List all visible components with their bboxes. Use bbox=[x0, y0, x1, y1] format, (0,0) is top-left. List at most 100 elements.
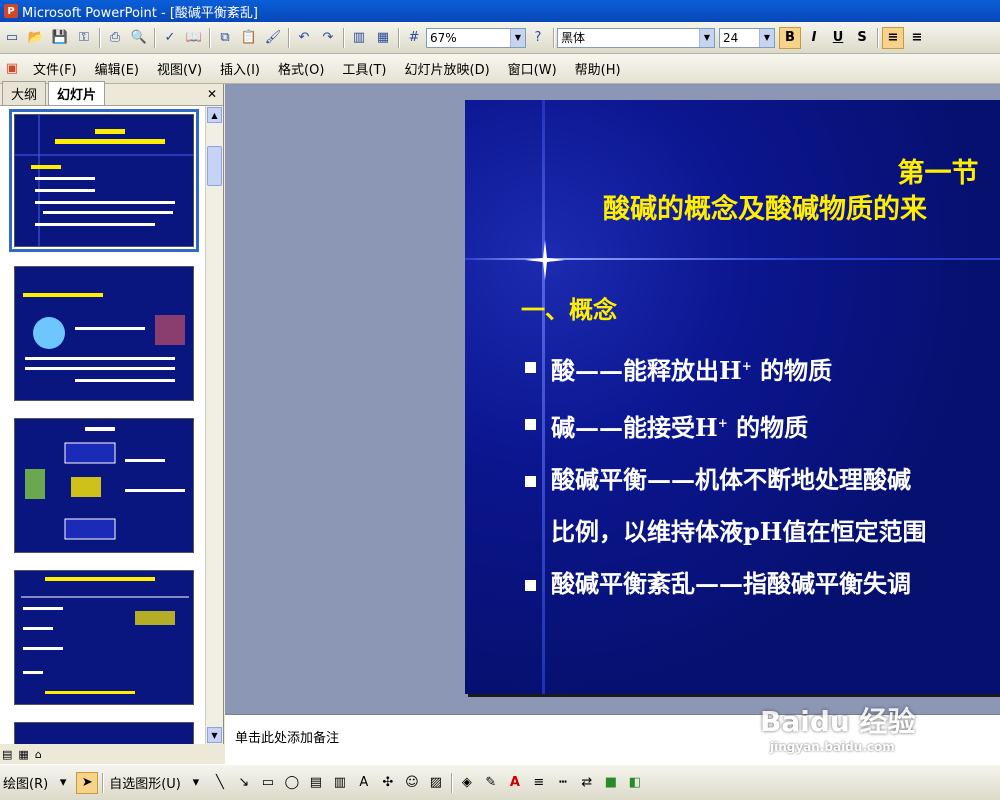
fill-color-icon[interactable]: ◈ bbox=[456, 772, 478, 794]
insert-table-icon[interactable]: ▦ bbox=[373, 28, 393, 48]
superscript: + bbox=[741, 359, 752, 373]
align-center-icon[interactable]: ≡ bbox=[906, 27, 928, 49]
slideshow-view-icon[interactable]: ⌂ bbox=[35, 748, 42, 761]
slide-thumbnail[interactable] bbox=[9, 109, 199, 252]
text-box-icon[interactable]: ▤ bbox=[305, 772, 327, 794]
bullet-text: 酸碱平衡紊乱——指酸碱平衡失调 bbox=[551, 569, 911, 598]
zoom-select[interactable]: 67% ▼ bbox=[426, 27, 526, 48]
line-icon[interactable]: ╲ bbox=[209, 772, 231, 794]
menu-file[interactable]: 文件(F) bbox=[24, 58, 86, 80]
show-grid-icon[interactable]: # bbox=[404, 28, 424, 48]
slide-thumbnail[interactable] bbox=[14, 266, 194, 401]
chevron-down-icon: ▾ bbox=[59, 775, 67, 790]
bullet-item: 酸碱平衡——机体不断地处理酸碱 bbox=[521, 454, 1000, 506]
select-pointer-icon[interactable]: ➤ bbox=[76, 771, 99, 794]
normal-view-icon[interactable]: ▤ bbox=[2, 748, 12, 761]
italic-button[interactable]: I bbox=[803, 27, 825, 49]
arrow-style-icon[interactable]: ⇄ bbox=[576, 772, 598, 794]
scroll-thumb[interactable] bbox=[207, 146, 222, 186]
dash-style-icon[interactable]: ┅ bbox=[552, 772, 574, 794]
copy-icon[interactable]: ⧉ bbox=[215, 28, 235, 48]
scroll-up-icon[interactable]: ▲ bbox=[207, 107, 222, 123]
tab-outline[interactable]: 大纲 bbox=[2, 81, 47, 105]
3d-style-icon[interactable]: ◧ bbox=[624, 772, 646, 794]
underline-button[interactable]: U bbox=[827, 27, 849, 49]
slide-thumbnail[interactable] bbox=[14, 418, 194, 553]
paste-icon[interactable]: 📋 bbox=[239, 28, 259, 48]
shadow-button[interactable]: S bbox=[851, 27, 873, 49]
bold-button[interactable]: B bbox=[779, 26, 801, 49]
thumbnail-scrollbar[interactable]: ▲ ▼ bbox=[205, 106, 223, 744]
line-style-icon[interactable]: ≡ bbox=[528, 772, 550, 794]
format-painter-icon[interactable]: 🖌 bbox=[263, 28, 283, 48]
wordart-icon[interactable]: A bbox=[353, 772, 375, 794]
font-name-select[interactable]: 黑体 ▼ bbox=[557, 27, 715, 48]
undo-icon[interactable]: ↶ bbox=[294, 28, 314, 48]
scroll-down-icon[interactable]: ▼ bbox=[207, 727, 222, 743]
menu-view[interactable]: 视图(V) bbox=[148, 58, 211, 80]
chevron-down-icon: ▼ bbox=[510, 28, 525, 47]
separator bbox=[99, 27, 100, 48]
slide-thumbnail-art bbox=[15, 115, 193, 246]
font-size-select[interactable]: 24 ▼ bbox=[719, 27, 775, 48]
bullet-item: 碱——能接受H+ 的物质 bbox=[521, 397, 1000, 454]
autoshapes-menu-button[interactable]: 自选图形(U) bbox=[106, 773, 184, 792]
bullet-item: 酸碱平衡紊乱——指酸碱平衡失调 bbox=[521, 558, 1000, 610]
tab-slides[interactable]: 幻灯片 bbox=[48, 81, 106, 105]
font-color-icon[interactable]: A bbox=[504, 772, 526, 794]
clip-art-icon[interactable]: ☺ bbox=[401, 772, 423, 794]
chevron-down-icon: ▾ bbox=[192, 775, 200, 790]
picture-icon[interactable]: ▨ bbox=[425, 772, 447, 794]
bullet-list[interactable]: 酸——能释放出H+ 的物质 碱——能接受H+ 的物质 酸碱平衡——机体不断地处理… bbox=[521, 340, 1000, 610]
menu-edit[interactable]: 编辑(E) bbox=[86, 58, 148, 80]
permission-icon[interactable]: ⚿ bbox=[74, 28, 94, 48]
rectangle-icon[interactable]: ▭ bbox=[257, 772, 279, 794]
align-left-icon[interactable]: ≡ bbox=[882, 26, 904, 49]
slide-thumbnail[interactable] bbox=[14, 722, 194, 744]
oval-icon[interactable]: ◯ bbox=[281, 772, 303, 794]
powerpoint-icon: P bbox=[4, 4, 18, 18]
document-icon[interactable]: ▣ bbox=[2, 59, 22, 79]
research-icon[interactable]: 📖 bbox=[184, 28, 204, 48]
slide-sorter-view-icon[interactable]: ▦ bbox=[18, 748, 28, 761]
slide-thumbnail[interactable] bbox=[14, 570, 194, 705]
slide-title[interactable]: 第一节 酸碱的概念及酸碱物质的来 bbox=[545, 156, 1000, 228]
open-icon[interactable]: 📂 bbox=[26, 28, 46, 48]
spelling-icon[interactable]: ✓ bbox=[160, 28, 180, 48]
draw-menu-button[interactable]: 绘图(R) bbox=[0, 773, 51, 792]
menu-tools[interactable]: 工具(T) bbox=[333, 58, 395, 80]
help-icon[interactable]: ? bbox=[528, 28, 548, 48]
menu-slideshow[interactable]: 幻灯片放映(D) bbox=[396, 58, 499, 80]
bullet-text: 酸碱平衡——机体不断地处理酸碱 bbox=[551, 465, 911, 494]
slide-heading[interactable]: 一、概念 bbox=[521, 290, 617, 325]
bullet-continuation: 比例，以维持体液pH值在恒定范围 bbox=[521, 506, 1000, 558]
separator bbox=[154, 27, 155, 48]
menu-help[interactable]: 帮助(H) bbox=[566, 58, 630, 80]
shadow-style-icon[interactable]: ■ bbox=[600, 772, 622, 794]
bullet-item: 酸——能释放出H+ 的物质 bbox=[521, 340, 1000, 397]
redo-icon[interactable]: ↷ bbox=[318, 28, 338, 48]
baidu-watermark: Baidu 经验 jingyan.baidu.com bbox=[760, 700, 916, 754]
bullet-tail: 的物质 bbox=[727, 413, 809, 442]
vertical-text-box-icon[interactable]: ▥ bbox=[329, 772, 351, 794]
bullet-text: 比例，以维持体液pH值在恒定范围 bbox=[551, 517, 927, 546]
menu-format[interactable]: 格式(O) bbox=[269, 58, 333, 80]
insert-chart-icon[interactable]: ▥ bbox=[349, 28, 369, 48]
arrow-icon[interactable]: ↘ bbox=[233, 772, 255, 794]
new-icon[interactable]: ▭ bbox=[2, 28, 22, 48]
separator bbox=[450, 772, 452, 793]
thumbnail-list bbox=[0, 106, 205, 744]
save-icon[interactable]: 💾 bbox=[50, 28, 70, 48]
slide-editor: 第一节 酸碱的概念及酸碱物质的来 一、概念 酸——能释放出H+ 的物质 碱——能… bbox=[225, 84, 1000, 714]
menu-insert[interactable]: 插入(I) bbox=[211, 58, 269, 80]
line-color-icon[interactable]: ✎ bbox=[480, 772, 502, 794]
slide-thumbnail-art bbox=[23, 293, 185, 382]
print-preview-icon[interactable]: 🔍 bbox=[129, 28, 149, 48]
separator bbox=[877, 27, 878, 48]
separator bbox=[209, 27, 210, 48]
diagram-icon[interactable]: ✣ bbox=[377, 772, 399, 794]
current-slide[interactable]: 第一节 酸碱的概念及酸碱物质的来 一、概念 酸——能释放出H+ 的物质 碱——能… bbox=[465, 100, 1000, 694]
menu-window[interactable]: 窗口(W) bbox=[499, 58, 566, 80]
close-icon[interactable]: ✕ bbox=[207, 87, 217, 101]
print-icon[interactable]: ⎙ bbox=[105, 28, 125, 48]
